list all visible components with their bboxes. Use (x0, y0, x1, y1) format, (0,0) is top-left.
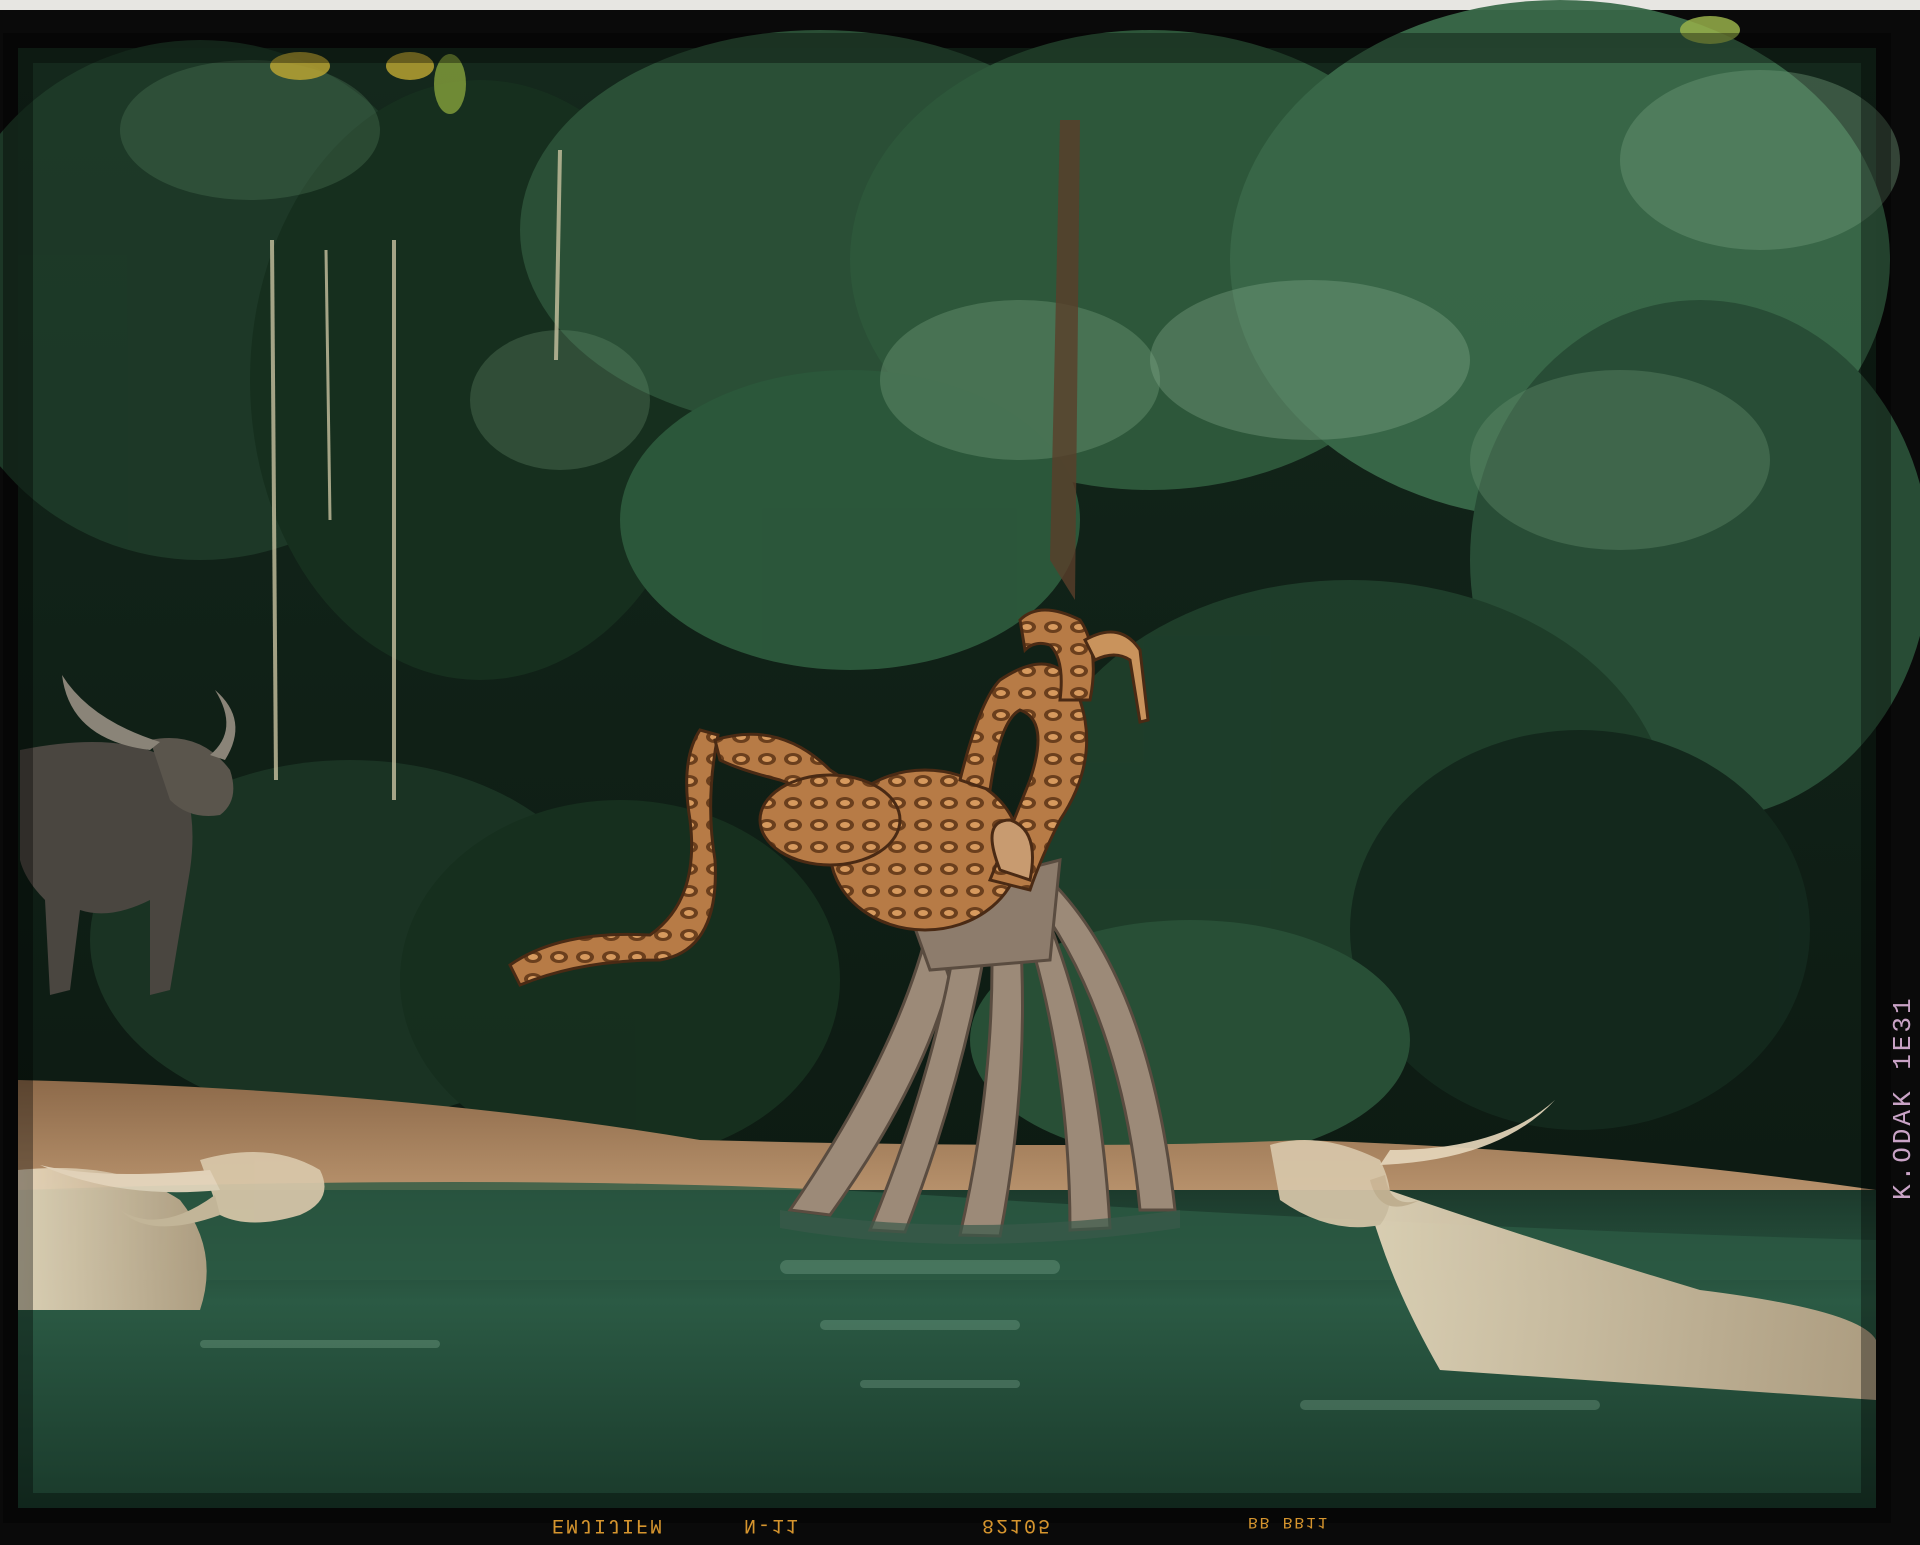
edge-code-bottom-1: EMJIJIFM (552, 1513, 665, 1536)
edge-code-bottom-3: 82105 (982, 1513, 1053, 1536)
film-edge-right (1876, 0, 1920, 1545)
image-area (0, 0, 1920, 1523)
edge-code-right: K.ODAK 1E31 (1888, 995, 1918, 1200)
edge-code-bottom-2: N-11 (744, 1513, 801, 1536)
edge-code-bottom-4: BB BB11 (1248, 1513, 1330, 1531)
photograph (0, 0, 1920, 1545)
